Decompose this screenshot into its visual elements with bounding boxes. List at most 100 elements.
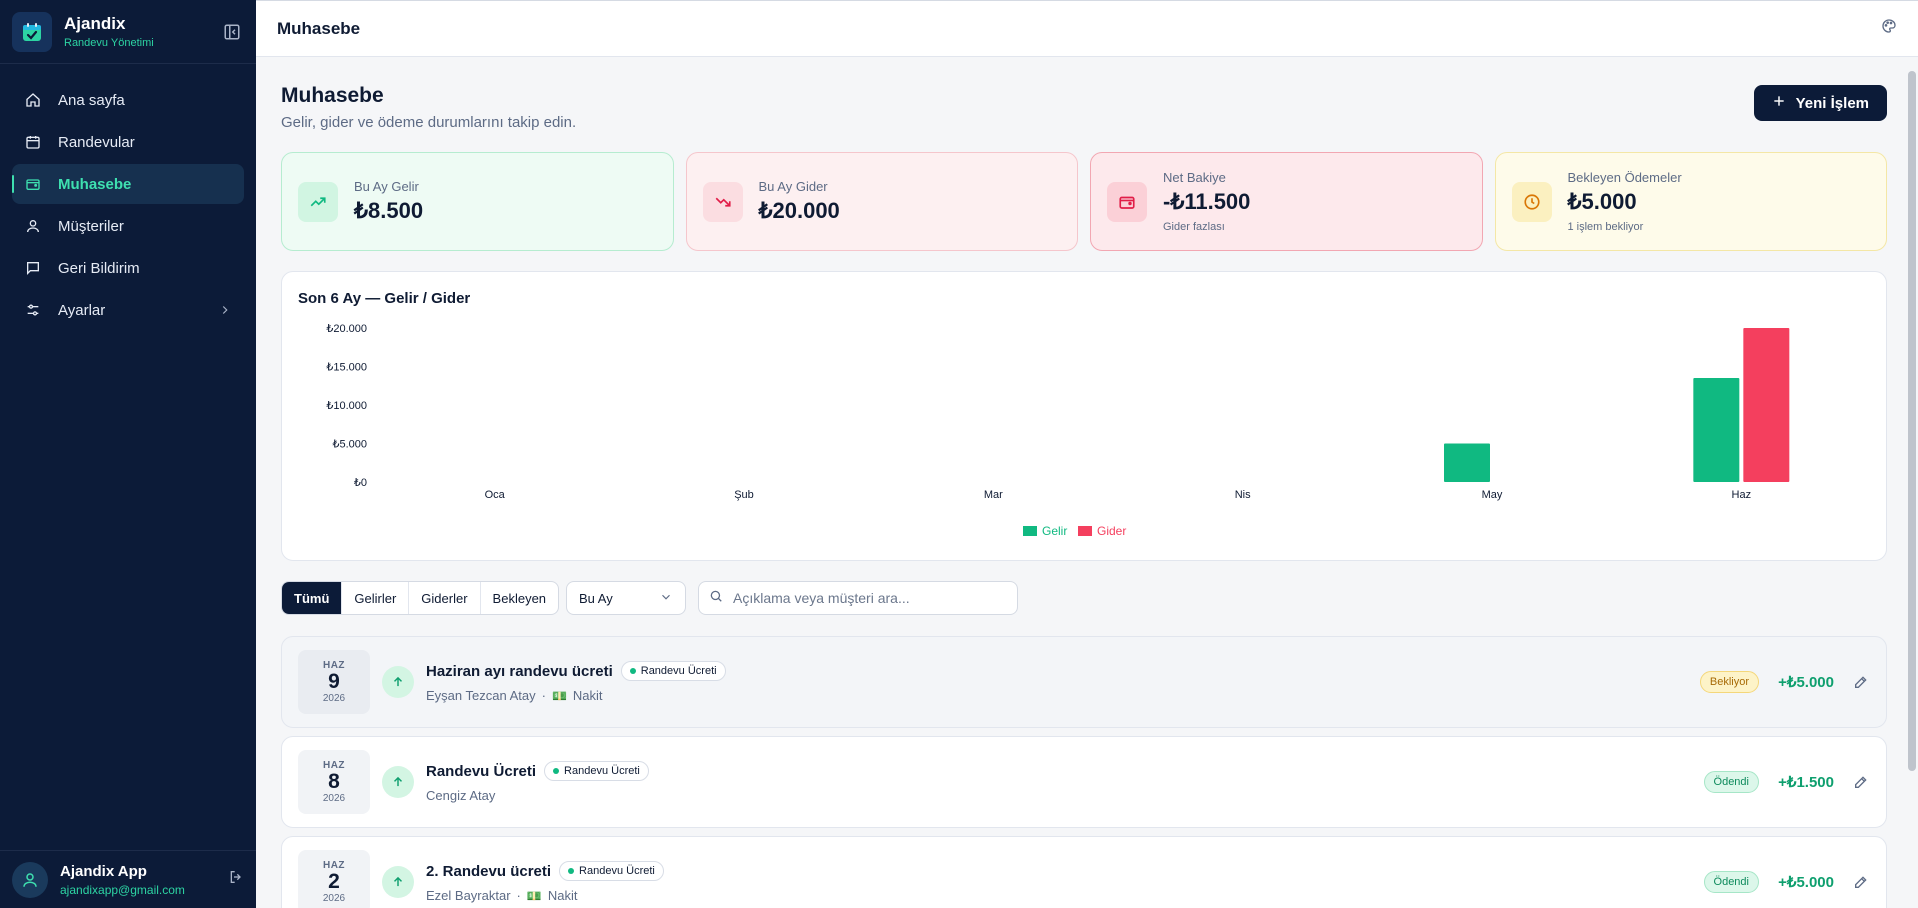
sidebar: Ajandix Randevu Yönetimi Ana sayfa Rande… (0, 0, 256, 908)
card-label: Net Bakiye (1163, 170, 1226, 185)
new-transaction-label: Yeni İşlem (1795, 94, 1869, 112)
trending-up-icon (298, 181, 338, 222)
main-content: Muhasebe Gelir, gider ve ödeme durumları… (256, 57, 1918, 908)
card-note: Gider fazlası (1163, 221, 1225, 233)
date-badge: HAZ 8 2026 (298, 750, 370, 814)
sidebar-item-muhasebe[interactable]: Muhasebe (12, 164, 244, 204)
x-tick-label: Nis (1235, 489, 1251, 501)
x-tick-label: Haz (1732, 489, 1752, 501)
wallet-icon (1107, 181, 1147, 222)
tag-label: Randevu Ücreti (564, 765, 640, 777)
card-value: ₺20.000 (758, 198, 840, 223)
filter-bar: Tümü Gelirler Giderler Bekleyen Bu Ay (281, 581, 1887, 615)
brand: Ajandix Randevu Yönetimi (0, 0, 256, 64)
x-tick-label: Şub (734, 489, 754, 501)
edit-icon[interactable] (1852, 873, 1870, 891)
transaction-row[interactable]: HAZ 2 2026 2. Randevu ücreti Randevu Ücr… (281, 836, 1887, 908)
transaction-title: Haziran ayı randevu ücreti (426, 662, 613, 680)
message-icon (24, 259, 42, 277)
sidebar-item-musteriler[interactable]: Müşteriler (12, 206, 244, 246)
category-tag: Randevu Ücreti (559, 861, 664, 881)
sidebar-item-geri-bildirim[interactable]: Geri Bildirim (12, 248, 244, 288)
bar-gelir-may (1444, 443, 1490, 482)
card-value: ₺8.500 (354, 198, 424, 223)
search-box (698, 581, 1018, 615)
settings-icon (24, 301, 42, 319)
sidebar-item-label: Müşteriler (58, 217, 124, 235)
card-label: Bu Ay Gelir (354, 179, 419, 194)
legend-label: Gider (1097, 524, 1126, 538)
chevron-down-icon (659, 590, 673, 607)
brand-title: Ajandix (64, 14, 126, 33)
user-email: ajandixapp@gmail.com (60, 882, 185, 897)
payment-method: Nakit (572, 688, 603, 703)
period-select-value: Bu Ay (579, 590, 613, 606)
topbar: Muhasebe (256, 0, 1918, 57)
legend-swatch (1078, 526, 1092, 536)
page-title: Muhasebe (281, 84, 384, 107)
search-icon (709, 589, 723, 608)
transaction-title: 2. Randevu ücreti (426, 862, 552, 880)
page-header: Muhasebe Gelir, gider ve ödeme durumları… (281, 84, 1887, 131)
bar-gider-haz (1743, 328, 1790, 482)
y-tick-label: ₺10.000 (326, 400, 367, 412)
card-label: Bu Ay Gider (758, 179, 828, 194)
tab-bekleyen[interactable]: Bekleyen (481, 582, 558, 614)
customer-name: Eyşan Tezcan Atay (426, 688, 536, 703)
period-select[interactable]: Bu Ay (566, 581, 686, 615)
trending-down-icon (702, 181, 743, 222)
transaction-row[interactable]: HAZ 8 2026 Randevu Ücreti Randevu Ücreti… (281, 736, 1887, 828)
net-balance-card: Net Bakiye -₺11.500 Gider fazlası (1090, 152, 1483, 251)
sidebar-item-label: Geri Bildirim (58, 259, 140, 277)
tag-dot (553, 768, 560, 774)
user-name: Ajandix App (60, 862, 147, 880)
sidebar-item-ana-sayfa[interactable]: Ana sayfa (12, 80, 244, 120)
edit-icon[interactable] (1852, 773, 1870, 791)
card-value: -₺11.500 (1163, 189, 1251, 214)
transaction-amount: +₺5.000 (1778, 874, 1834, 891)
tag-label: Randevu Ücreti (640, 665, 717, 677)
sidebar-item-randevular[interactable]: Randevular (12, 122, 244, 162)
avatar[interactable] (12, 861, 48, 898)
transaction-row[interactable]: HAZ 9 2026 Haziran ayı randevu ücreti Ra… (281, 636, 1887, 728)
home-icon (24, 91, 42, 109)
arrow-up-icon (382, 866, 414, 898)
separator: · (541, 688, 546, 703)
tab-tumu[interactable]: Tümü (282, 582, 343, 614)
transaction-amount: +₺5.000 (1778, 674, 1834, 691)
new-transaction-button[interactable]: Yeni İşlem (1753, 85, 1887, 121)
chevron-right-icon (218, 303, 232, 317)
tab-gelirler[interactable]: Gelirler (342, 582, 410, 614)
cash-icon: 💵 (526, 888, 542, 903)
status-badge: Bekliyor (1699, 671, 1759, 693)
edit-icon[interactable] (1852, 673, 1870, 691)
date-year: 2026 (322, 693, 346, 705)
bar-chart: ₺0 ₺5.000 ₺10.000 ₺15.000 ₺20.000 Oca Şub Mar Ni… (326, 323, 1790, 538)
y-tick-label: ₺0 (354, 477, 367, 489)
sidebar-item-label: Randevular (58, 133, 135, 151)
summary-cards: Bu Ay Gelir ₺8.500 Bu Ay Gider ₺20.000 N… (281, 152, 1887, 251)
chart-card: Son 6 Ay — Gelir / Gider ₺0 ₺5.000 ₺10.000… (281, 271, 1887, 561)
scrollbar[interactable] (1908, 71, 1916, 771)
separator: · (516, 888, 521, 903)
arrow-up-icon (382, 766, 414, 798)
customer-name: Cengiz Atay (426, 788, 496, 803)
y-tick-label: ₺20.000 (326, 323, 367, 335)
status-badge: Ödendi (1703, 871, 1759, 893)
clock-icon (1511, 181, 1552, 222)
date-badge: HAZ 9 2026 (298, 650, 370, 714)
sidebar-collapse-icon[interactable] (220, 20, 244, 44)
palette-icon[interactable] (1881, 18, 1897, 39)
tab-giderler[interactable]: Giderler (409, 582, 481, 614)
date-day: 9 (328, 669, 340, 693)
date-badge: HAZ 2 2026 (298, 850, 370, 908)
y-tick-label: ₺5.000 (332, 439, 367, 451)
logout-icon[interactable] (228, 869, 244, 890)
search-input[interactable] (733, 590, 1003, 606)
status-badge: Ödendi (1703, 771, 1759, 793)
sidebar-nav: Ana sayfa Randevular Muhasebe Müşteriler… (0, 64, 256, 348)
wallet-icon (24, 175, 42, 193)
sidebar-item-ayarlar[interactable]: Ayarlar (12, 290, 244, 330)
legend-swatch (1023, 526, 1037, 536)
x-tick-label: Mar (984, 489, 1003, 501)
